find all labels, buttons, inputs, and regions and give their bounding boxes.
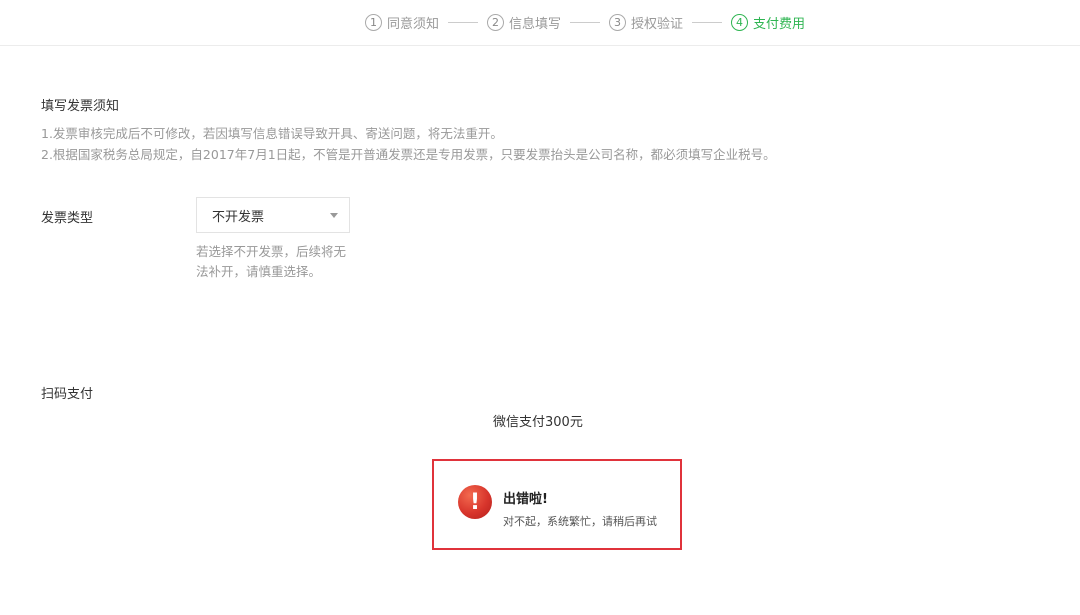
- step-label: 支付费用: [753, 17, 806, 32]
- step-label: 授权验证: [631, 17, 684, 32]
- step-number: 4: [731, 14, 749, 31]
- invoice-type-select[interactable]: 不开发票: [196, 197, 350, 233]
- progress-stepper: 1 同意须知 2 信息填写 3 授权验证 4 支付费用: [0, 0, 1080, 46]
- step-number: 1: [364, 14, 382, 31]
- step-number: 2: [486, 14, 504, 31]
- step-number: 3: [609, 14, 626, 31]
- step-label: 同意须知: [386, 17, 439, 32]
- error-message: 对不起，系统繁忙，请稍后再试: [503, 515, 657, 528]
- exclamation-icon: !: [458, 485, 492, 519]
- step-agree-notice: 1 同意须知: [364, 13, 439, 32]
- step-pay-fee: 4 支付费用: [731, 13, 805, 32]
- invoice-type-hint: 若选择不开发票，后续将无法补开，请慎重选择。: [196, 244, 347, 279]
- invoice-type-selected: 不开发票: [212, 209, 265, 225]
- step-divider: [692, 22, 723, 23]
- wechat-pay-amount: 微信支付300元: [493, 415, 583, 430]
- step-label: 信息填写: [508, 17, 561, 32]
- invoice-notice-title: 填写发票须知: [41, 99, 120, 114]
- invoice-notice-line-2: 2.根据国家税务总局规定，自2017年7月1日起，不管是开普通发票还是专用发票，…: [41, 147, 776, 162]
- invoice-type-label: 发票类型: [41, 211, 94, 226]
- caret-down-icon: [330, 213, 338, 218]
- error-panel: ! 出错啦! 对不起，系统繁忙，请稍后再试: [432, 459, 682, 550]
- step-auth-verify: 3 授权验证: [609, 13, 683, 32]
- invoice-notice-line-1: 1.发票审核完成后不可修改，若因填写信息错误导致开具、寄送问题，将无法重开。: [41, 126, 503, 141]
- step-fill-info: 2 信息填写: [486, 13, 561, 32]
- error-title: 出错啦!: [503, 492, 548, 507]
- step-divider: [570, 22, 600, 23]
- scan-pay-label: 扫码支付: [41, 387, 94, 402]
- step-divider: [447, 22, 478, 23]
